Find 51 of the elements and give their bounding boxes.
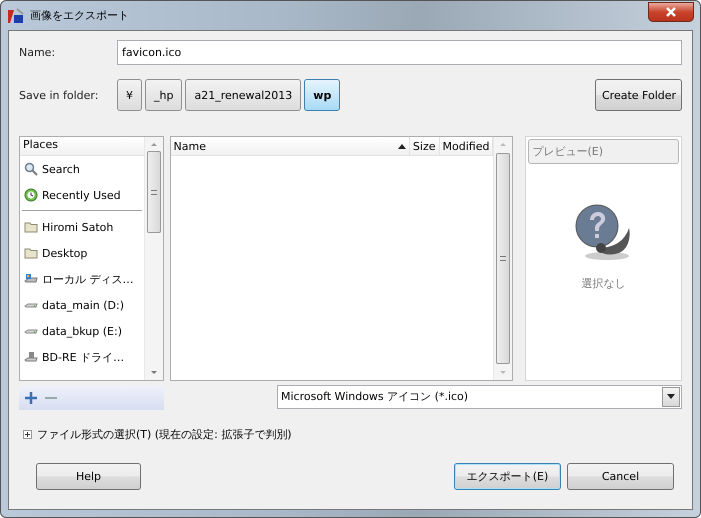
create-folder-button[interactable]: Create Folder [595, 79, 682, 111]
file-type-dropdown[interactable]: Microsoft Windows アイコン (*.ico) [277, 384, 682, 408]
column-header[interactable]: Name [170, 137, 410, 155]
caret-icon [667, 394, 675, 399]
path-button[interactable]: _hp [145, 79, 182, 111]
close-button[interactable] [648, 2, 694, 22]
add-icon[interactable] [25, 392, 37, 404]
places-item[interactable]: Desktop [20, 240, 144, 266]
file-type-value: Microsoft Windows アイコン (*.ico) [281, 389, 468, 404]
window-title: 画像をエクスポート [30, 8, 130, 23]
expand-icon [23, 430, 32, 439]
optical-drive-icon [24, 350, 38, 364]
column-header[interactable]: Size [410, 137, 440, 155]
places-item-label: data_bkup (E:) [42, 324, 122, 338]
scrollbar[interactable] [493, 137, 512, 380]
places-item-label: ローカル ディス… [42, 272, 134, 286]
places-item[interactable]: Search [20, 156, 144, 182]
close-icon [665, 6, 677, 16]
places-item-label: Hiromi Satoh [42, 220, 114, 234]
name-label: Name: [19, 46, 56, 59]
folder-icon [24, 246, 38, 260]
path-button[interactable]: a21_renewal2013 [185, 79, 302, 111]
places-item-label: data_main (D:) [42, 298, 124, 312]
sort-ascending-icon [398, 143, 406, 149]
folder-icon [24, 220, 38, 234]
path-button[interactable]: wp [304, 79, 340, 111]
magnifier-icon [24, 162, 38, 176]
places-item[interactable]: Hiromi Satoh [20, 214, 144, 240]
preview-label: プレビュー(E) [528, 139, 679, 164]
scrollbar[interactable] [144, 137, 163, 380]
places-item-label: Desktop [42, 246, 88, 260]
places-item[interactable]: BD-RE ドライ… [20, 344, 144, 370]
dialog-button[interactable]: Cancel [567, 463, 674, 490]
dialog-button[interactable]: エクスポート(E) [454, 463, 561, 490]
preview-status: 選択なし [582, 276, 626, 291]
places-item-label: BD-RE ドライ… [42, 350, 124, 364]
app-logo-icon [7, 8, 24, 24]
save-in-folder-label: Save in folder: [19, 88, 100, 102]
file-type-expander[interactable]: ファイル形式の選択(T) (現在の設定: 拡張子で判別) [19, 427, 292, 442]
places-item-label: Recently Used [42, 188, 121, 202]
dialog-button[interactable]: Help [36, 463, 141, 490]
places-item[interactable]: data_main (D:) [20, 292, 144, 318]
places-item[interactable]: ローカル ディス… [20, 266, 144, 292]
places-item-label: Search [42, 162, 80, 176]
places-header: Places [20, 137, 144, 156]
places-item[interactable]: Recently Used [20, 182, 144, 208]
clock-icon [24, 188, 38, 202]
places-item[interactable]: data_bkup (E:) [20, 318, 144, 344]
path-button[interactable]: ¥ [117, 79, 142, 111]
name-field[interactable]: favicon.ico [117, 40, 682, 65]
dropdown-button[interactable] [662, 386, 680, 406]
